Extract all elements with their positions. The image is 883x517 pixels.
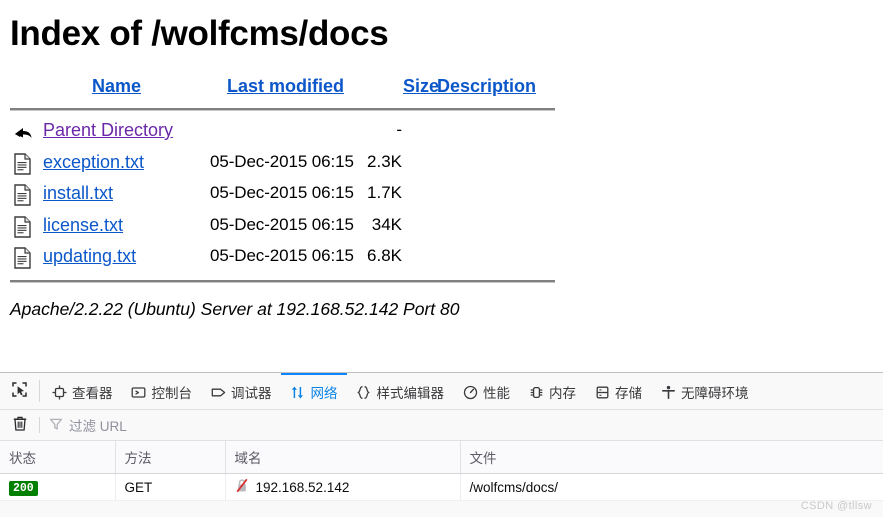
- tab-accessibility[interactable]: 无障碍环境: [651, 373, 758, 409]
- column-header-description[interactable]: Description: [437, 76, 536, 97]
- domain-text: 192.168.52.142: [255, 479, 350, 495]
- column-header-status[interactable]: 状态: [0, 441, 116, 474]
- text-file-icon: [12, 183, 34, 207]
- devtools-toolbar: 查看器 控制台 调试器 网络 样式编辑器 性能 内存 存储 无障碍环境: [0, 373, 883, 410]
- list-item[interactable]: exception.txt 05-Dec-2015 06:15 2.3K: [10, 150, 883, 182]
- list-item-link[interactable]: exception.txt: [43, 152, 144, 173]
- list-item-link[interactable]: license.txt: [43, 215, 123, 236]
- tab-label: 网络: [310, 386, 338, 401]
- toolbar-separator: [39, 380, 40, 402]
- tab-label: 存储: [615, 386, 642, 401]
- trash-icon: [12, 415, 28, 435]
- network-table-body: 200 GET 192.168.52.142 /wolfcms/docs/: [0, 473, 883, 501]
- list-item-modified: 05-Dec-2015 06:15: [210, 151, 354, 171]
- tab-performance[interactable]: 性能: [453, 373, 519, 409]
- status-badge: 200: [9, 480, 38, 496]
- filterbar-separator: [39, 417, 40, 433]
- style-editor-icon: [356, 384, 372, 400]
- inspector-icon: [51, 384, 67, 400]
- list-item-size: 2.3K: [367, 151, 402, 171]
- server-signature: Apache/2.2.22 (Ubuntu) Server at 192.168…: [10, 298, 460, 319]
- list-item[interactable]: Parent Directory -: [10, 118, 883, 150]
- filter-url-input[interactable]: 过滤 URL: [49, 414, 875, 436]
- listing-rows: Parent Directory - exception.txt 05-Dec-…: [10, 118, 883, 276]
- list-item-link[interactable]: updating.txt: [43, 246, 136, 267]
- list-item[interactable]: updating.txt 05-Dec-2015 06:15 6.8K: [10, 244, 883, 276]
- console-icon: [131, 384, 147, 400]
- tab-memory[interactable]: 内存: [519, 373, 585, 409]
- network-filter-bar: 过滤 URL: [0, 410, 883, 441]
- network-requests-table: 状态 方法 域名 文件 200 GET 192.168.52.142 /wolf…: [0, 441, 883, 501]
- text-file-icon: [12, 152, 34, 176]
- page-title: Index of /wolfcms/docs: [10, 14, 389, 53]
- column-header-last-modified[interactable]: Last modified: [227, 76, 344, 97]
- tab-inspector[interactable]: 查看器: [42, 373, 122, 409]
- list-item-modified: 05-Dec-2015 06:15: [210, 183, 354, 202]
- cell-method: GET: [115, 473, 226, 501]
- clear-requests-button[interactable]: [8, 414, 32, 436]
- tab-label: 调试器: [231, 386, 272, 401]
- directory-listing: Name Last modified Size Description Pare…: [0, 54, 883, 283]
- text-file-icon: [12, 246, 34, 270]
- list-item-link[interactable]: Parent Directory: [43, 120, 173, 141]
- memory-icon: [528, 384, 544, 400]
- list-item-size: 1.7K: [367, 183, 402, 202]
- storage-icon: [594, 384, 610, 400]
- tab-label: 控制台: [151, 386, 193, 401]
- tab-debugger[interactable]: 调试器: [201, 373, 281, 409]
- column-header-size[interactable]: Size: [403, 76, 439, 97]
- text-file-icon: [12, 215, 34, 239]
- network-table-head: 状态 方法 域名 文件: [0, 441, 883, 474]
- cell-status: 200: [0, 473, 116, 501]
- tab-storage[interactable]: 存储: [585, 373, 651, 409]
- column-header-name[interactable]: Name: [92, 76, 141, 97]
- cell-domain: 192.168.52.142: [225, 473, 461, 501]
- element-picker-button[interactable]: [0, 373, 37, 409]
- parent-directory-icon: [12, 120, 34, 144]
- table-header-row: 状态 方法 域名 文件: [0, 441, 883, 474]
- domain-cell-content: 192.168.52.142: [235, 478, 460, 496]
- column-header-method[interactable]: 方法: [115, 441, 226, 474]
- list-item-size: -: [396, 120, 402, 139]
- column-header-domain[interactable]: 域名: [225, 441, 461, 474]
- devtools-tablist: 查看器 控制台 调试器 网络 样式编辑器 性能 内存 存储 无障碍环境: [42, 373, 883, 409]
- element-picker-icon: [11, 381, 28, 401]
- tab-label: 样式编辑器: [376, 386, 445, 401]
- apache-directory-index: Index of /wolfcms/docs Name Last modifie…: [0, 0, 883, 372]
- list-item-modified: 05-Dec-2015 06:15: [210, 246, 354, 265]
- list-item-size: 6.8K: [367, 246, 402, 265]
- table-row[interactable]: 200 GET 192.168.52.142 /wolfcms/docs/: [0, 473, 883, 501]
- tab-network[interactable]: 网络: [280, 373, 347, 409]
- tab-style-editor[interactable]: 样式编辑器: [347, 373, 454, 409]
- list-item[interactable]: install.txt 05-Dec-2015 06:15 1.7K: [10, 181, 883, 213]
- network-icon: [290, 384, 306, 400]
- list-item-size: 34K: [371, 214, 402, 234]
- tab-label: 查看器: [72, 386, 113, 401]
- list-item-link[interactable]: install.txt: [43, 183, 113, 204]
- performance-icon: [462, 384, 478, 400]
- accessibility-icon: [660, 384, 676, 400]
- list-item-modified: 05-Dec-2015 06:15: [210, 214, 354, 234]
- listing-column-headers: Name Last modified Size Description: [10, 54, 883, 102]
- filter-icon: [49, 417, 63, 434]
- footer-divider: [10, 279, 555, 283]
- cell-file: /wolfcms/docs/: [460, 473, 883, 501]
- tab-label: 内存: [549, 386, 576, 401]
- tab-label: 无障碍环境: [681, 386, 749, 401]
- filter-url-placeholder: 过滤 URL: [69, 419, 127, 434]
- tab-console[interactable]: 控制台: [122, 373, 202, 409]
- watermark: CSDN @tllsw: [800, 500, 872, 512]
- list-item[interactable]: license.txt 05-Dec-2015 06:15 34K: [10, 213, 883, 245]
- tab-label: 性能: [483, 386, 510, 401]
- devtools-panel: 查看器 控制台 调试器 网络 样式编辑器 性能 内存 存储 无障碍环境 过滤 U…: [0, 372, 883, 517]
- header-divider: [10, 108, 555, 111]
- insecure-lock-icon: [235, 478, 249, 496]
- debugger-icon: [210, 384, 226, 400]
- column-header-file[interactable]: 文件: [460, 441, 883, 474]
